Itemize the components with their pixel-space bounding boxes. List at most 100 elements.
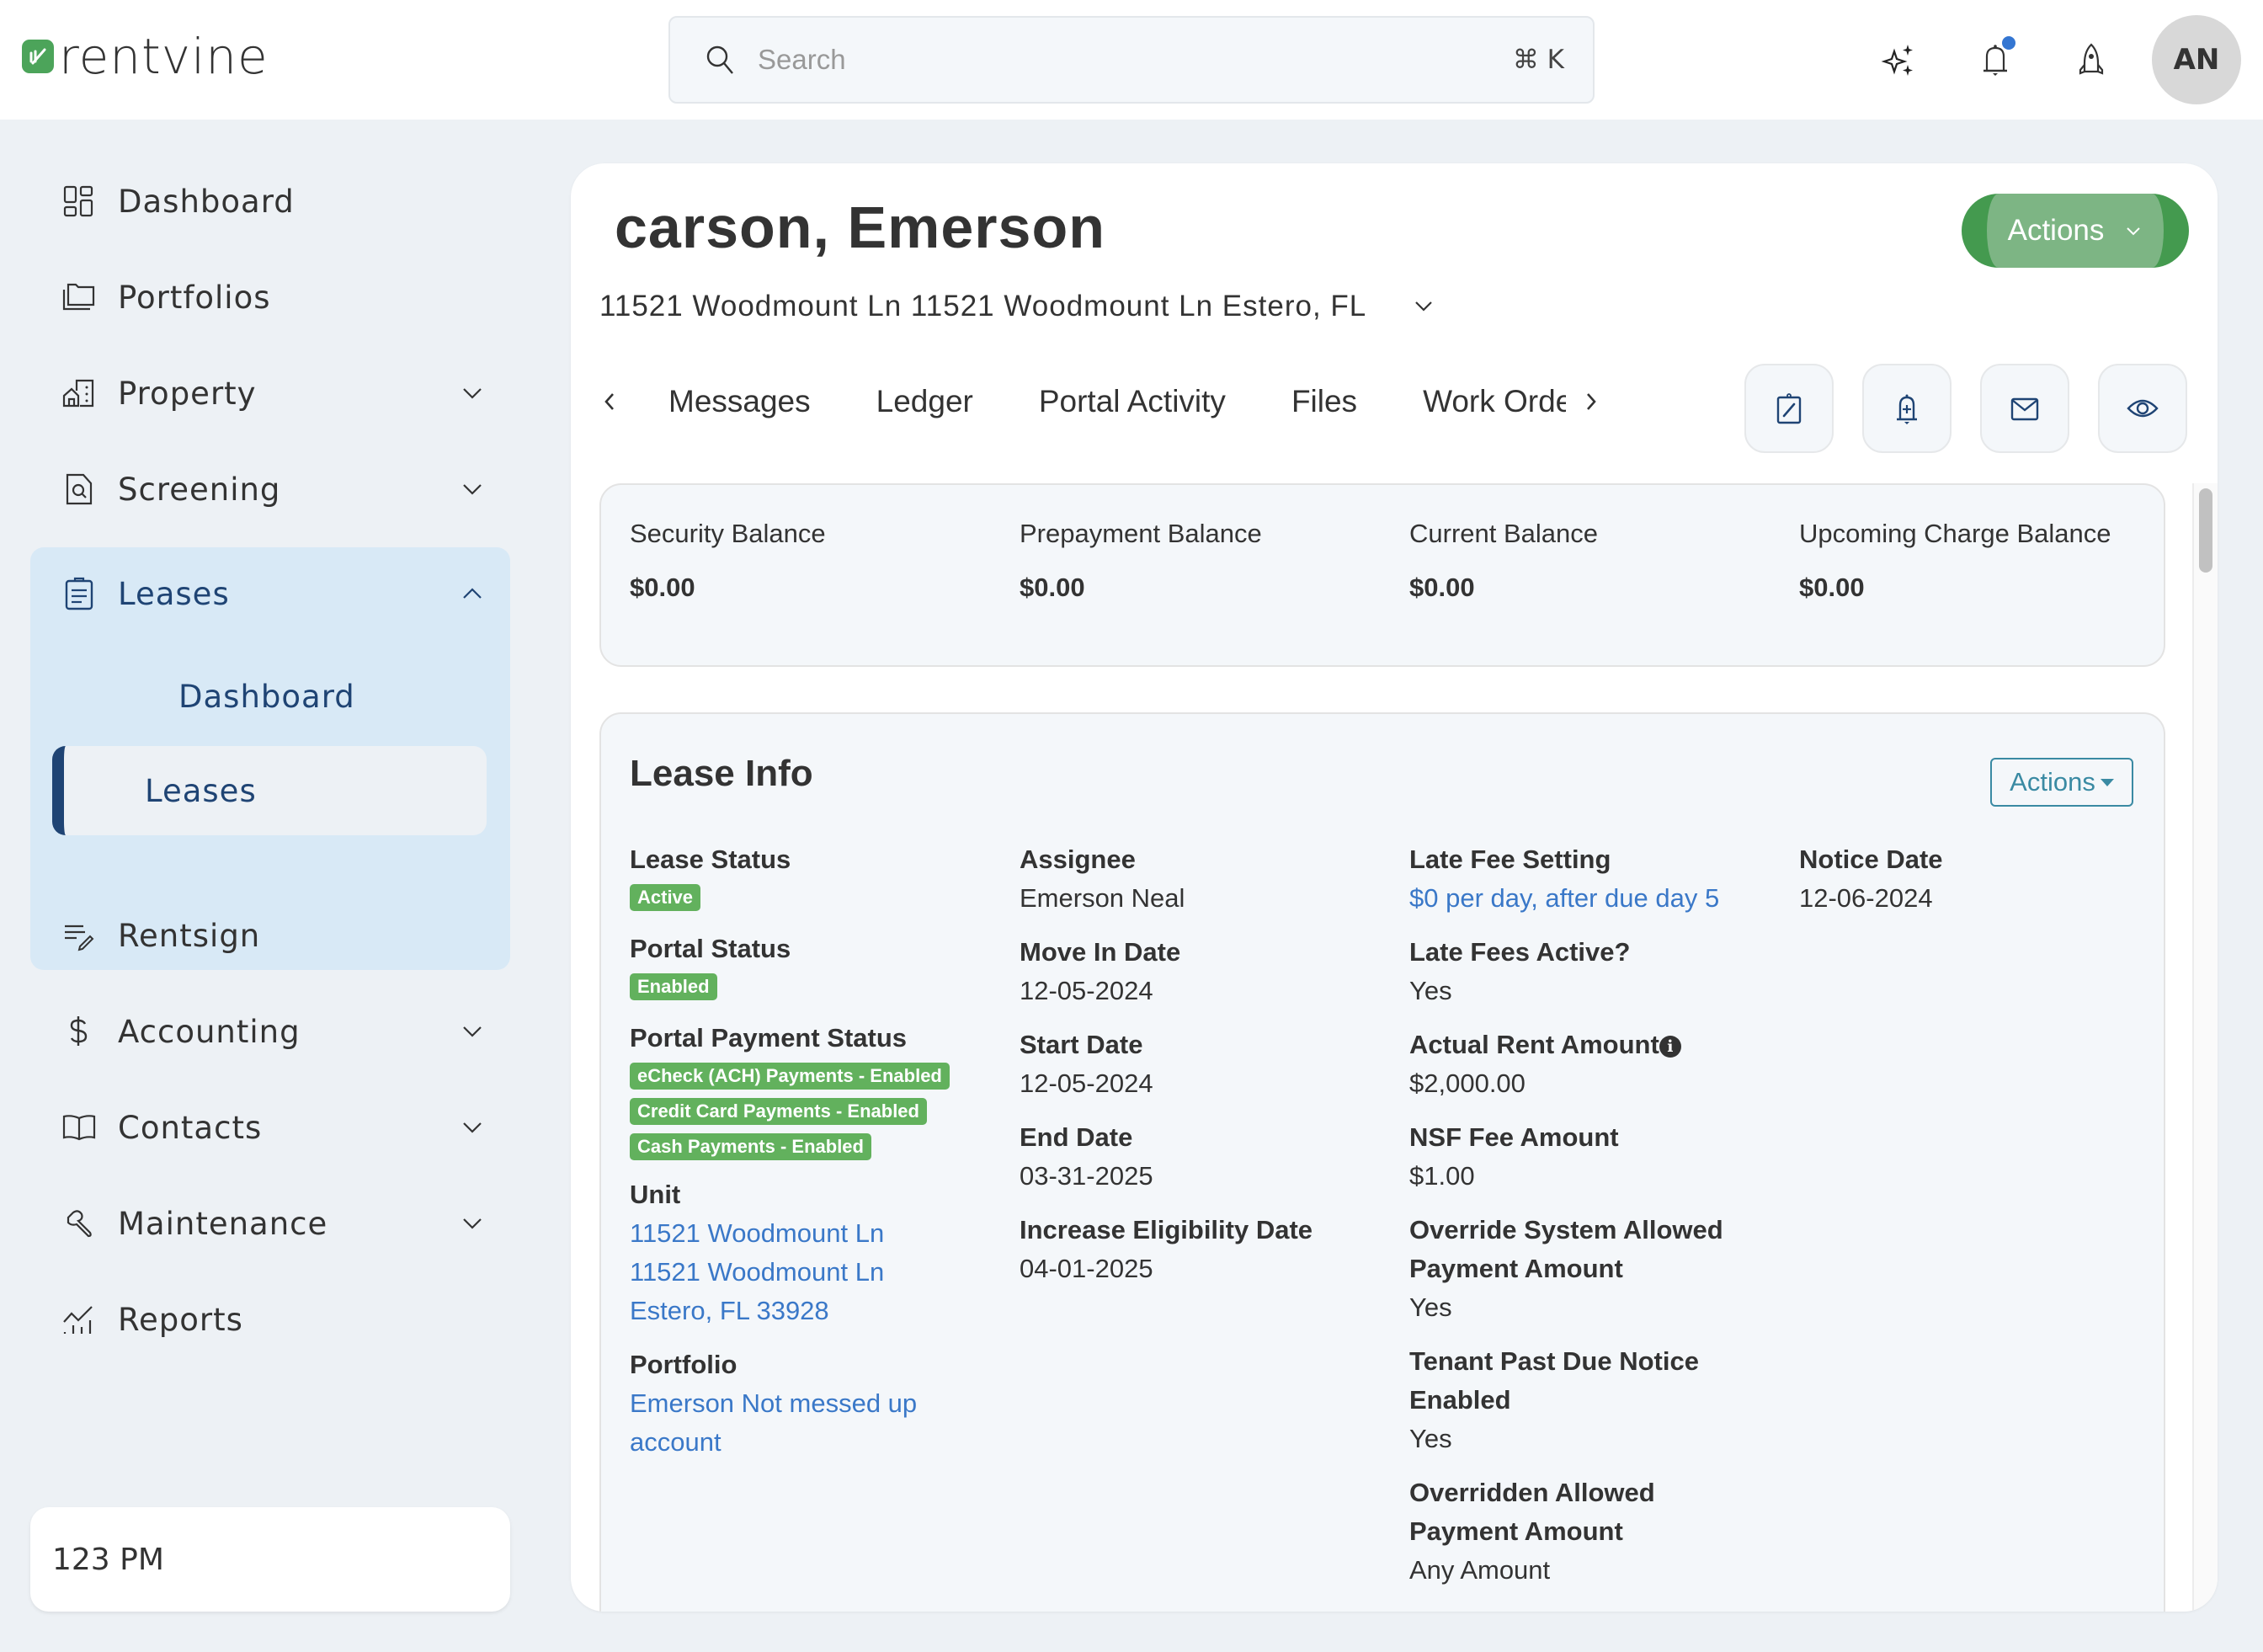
add-reminder-bell-icon — [1897, 394, 1917, 424]
global-search[interactable]: ⌘ K — [668, 16, 1595, 104]
search-shortcut: ⌘ K — [1512, 45, 1564, 75]
dollar-icon — [61, 1013, 98, 1050]
book-icon — [61, 1109, 98, 1146]
unit-link[interactable]: 11521 Woodmount Ln 11521 Woodmount Ln Es… — [630, 1214, 983, 1330]
field-tenant-past-due-notice: Tenant Past Due Notice Enabled Yes — [1409, 1346, 1699, 1453]
rentsign-pen-icon — [61, 917, 98, 954]
clock-widget: 123 PM — [30, 1507, 510, 1612]
sidebar-item-property[interactable]: Property — [30, 355, 510, 431]
search-input[interactable] — [758, 44, 1513, 76]
status-badge: Active — [630, 884, 701, 911]
property-building-icon — [61, 375, 98, 412]
field-assignee: Assignee Emerson Neal — [1020, 845, 1185, 913]
address-selector[interactable]: 11521 Woodmount Ln 11521 Woodmount Ln Es… — [599, 290, 1435, 323]
user-avatar[interactable]: AN — [2152, 15, 2241, 104]
sidebar-item-portfolios[interactable]: Portfolios — [30, 259, 510, 335]
lease-detail-panel: carson, Emerson Actions 11521 Woodmount … — [571, 163, 2218, 1612]
tabs-scroll-right[interactable] — [1574, 385, 1608, 418]
field-increase-eligibility-date: Increase Eligibility Date 04-01-2025 — [1020, 1215, 1313, 1283]
field-nsf-fee-amount: NSF Fee Amount $1.00 — [1409, 1122, 1619, 1191]
security-balance: Security Balance $0.00 — [630, 519, 826, 602]
chevron-down-icon — [463, 1026, 482, 1037]
field-override-system-allowed-payment: Override System Allowed Payment Amount Y… — [1409, 1215, 1723, 1322]
tab-work-orders[interactable]: Work Orders — [1423, 384, 1566, 419]
tab-messages[interactable]: Messages — [668, 384, 811, 419]
field-unit: Unit 11521 Woodmount Ln 11521 Woodmount … — [630, 1175, 983, 1330]
field-lease-status: Lease Status Active — [630, 840, 983, 914]
lease-tabs: Messages Ledger Portal Activity Files Wo… — [593, 364, 1662, 440]
field-late-fees-active: Late Fees Active? Yes — [1409, 937, 1631, 1005]
search-icon — [706, 45, 733, 74]
field-portfolio: Portfolio Emerson Not messed up account — [630, 1346, 983, 1462]
screening-search-doc-icon — [61, 471, 98, 508]
chevron-up-icon — [463, 588, 482, 599]
sidebar-item-maintenance[interactable]: Maintenance — [30, 1186, 510, 1261]
ai-sparkles-button[interactable] — [1872, 33, 1926, 87]
sidebar-item-reports[interactable]: Reports — [30, 1282, 510, 1357]
sidebar-item-dashboard[interactable]: Dashboard — [30, 163, 510, 239]
sidebar-item-rentsign[interactable]: Rentsign — [30, 898, 510, 973]
edit-lease-button[interactable] — [1744, 364, 1834, 453]
tab-ledger[interactable]: Ledger — [876, 384, 973, 419]
tenant-actions-button[interactable]: Actions — [1962, 194, 2189, 268]
sidebar-item-leases[interactable]: Leases — [30, 556, 510, 631]
sidebar-item-contacts[interactable]: Contacts — [30, 1090, 510, 1165]
portal-status-badge: Enabled — [630, 973, 717, 1000]
tab-portal-activity[interactable]: Portal Activity — [1039, 384, 1226, 419]
field-end-date: End Date 03-31-2025 — [1020, 1122, 1153, 1191]
field-start-date: Start Date 12-05-2024 — [1020, 1030, 1153, 1098]
dashboard-grid-icon — [61, 183, 98, 220]
chevron-left-icon — [604, 393, 614, 410]
tab-files[interactable]: Files — [1291, 384, 1357, 419]
launch-button[interactable] — [2064, 33, 2118, 87]
lease-info-column-2: Assignee Emerson Neal Move In Date 12-05… — [1020, 840, 1373, 1303]
field-portal-status: Portal Status Enabled — [630, 930, 983, 1004]
chevron-down-icon — [1415, 301, 1433, 312]
brand-name: rentvine — [59, 28, 269, 85]
view-button[interactable] — [2098, 364, 2187, 453]
sidebar-subitem-leases-leases[interactable]: Leases — [52, 746, 487, 835]
lease-info-actions-button[interactable]: Actions — [1990, 758, 2133, 807]
lease-content: Security Balance $0.00 Prepayment Balanc… — [571, 483, 2218, 1612]
field-late-fee-setting: Late Fee Setting $0 per day, after due d… — [1409, 840, 1746, 918]
add-reminder-button[interactable] — [1862, 364, 1952, 453]
tabs-scroll-left[interactable] — [593, 385, 626, 418]
chevron-down-icon — [463, 484, 482, 495]
sidebar: Dashboard Portfolios Property Screening … — [0, 120, 539, 1652]
lease-info-column-4: Notice Date 12-06-2024 — [1799, 840, 2153, 933]
portfolio-link[interactable]: Emerson Not messed up account — [630, 1384, 933, 1462]
info-icon[interactable]: i — [1659, 1035, 1681, 1058]
reports-chart-icon — [61, 1301, 98, 1338]
notifications-button[interactable] — [1968, 33, 2022, 87]
lease-info-title: Lease Info — [630, 753, 813, 794]
credit-card-badge: Credit Card Payments - Enabled — [630, 1098, 927, 1125]
field-overridden-allowed-payment: Overridden Allowed Payment Amount Any Am… — [1409, 1478, 1655, 1585]
chevron-down-icon — [463, 1218, 482, 1229]
late-fee-setting-link[interactable]: $0 per day, after due day 5 — [1409, 879, 1746, 918]
balances-card: Security Balance $0.00 Prepayment Balanc… — [599, 483, 2165, 667]
lease-info-column-1: Lease Status Active Portal Status Enable… — [630, 840, 983, 1477]
top-bar: rentvine ⌘ K AN — [0, 0, 2263, 120]
lease-info-card: Lease Info Actions Lease Status Active P… — [599, 712, 2165, 1612]
lease-info-column-3: Late Fee Setting $0 per day, after due d… — [1409, 840, 1746, 1605]
send-email-button[interactable] — [1980, 364, 2069, 453]
field-portal-payment-status: Portal Payment Status eCheck (ACH) Payme… — [630, 1019, 983, 1160]
upcoming-charge-balance: Upcoming Charge Balance $0.00 — [1799, 519, 2111, 602]
echeck-badge: eCheck (ACH) Payments - Enabled — [630, 1063, 950, 1090]
sidebar-item-accounting[interactable]: Accounting — [30, 994, 510, 1069]
chevron-down-icon — [2127, 227, 2141, 236]
sparkles-icon — [1881, 45, 1913, 76]
prepayment-balance: Prepayment Balance $0.00 — [1020, 519, 1262, 602]
chevron-right-icon — [1587, 393, 1596, 410]
sidebar-subitem-leases-dashboard[interactable]: Dashboard — [52, 652, 487, 741]
chevron-down-icon — [463, 1122, 482, 1133]
rocket-icon — [2079, 43, 2104, 75]
sidebar-item-screening[interactable]: Screening — [30, 451, 510, 527]
current-balance: Current Balance $0.00 — [1409, 519, 1599, 602]
field-notice-date: Notice Date 12-06-2024 — [1799, 845, 1943, 913]
cash-badge: Cash Payments - Enabled — [630, 1133, 871, 1160]
folders-icon — [61, 279, 98, 316]
caret-down-icon — [2100, 778, 2114, 786]
field-actual-rent-amount: Actual Rent Amount i $2,000.00 — [1409, 1026, 1746, 1103]
rentvine-logo[interactable]: rentvine — [22, 32, 269, 81]
